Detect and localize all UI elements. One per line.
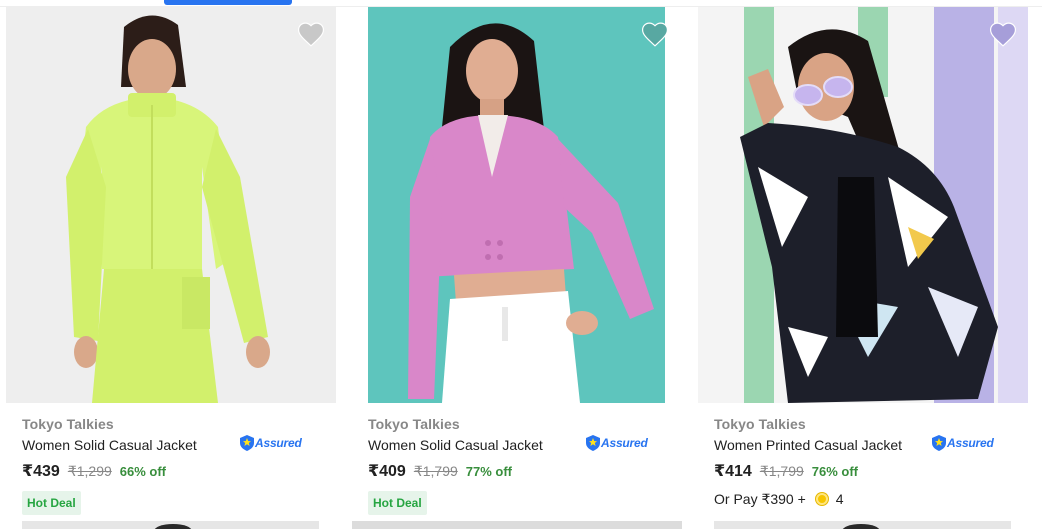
selling-price: ₹409 [368, 463, 406, 480]
product-image[interactable] [368, 7, 665, 403]
assured-label: Assured [601, 436, 648, 450]
discount-percent: 76% off [811, 463, 859, 479]
selling-price: ₹414 [714, 463, 752, 480]
wishlist-heart-icon[interactable] [296, 21, 326, 47]
product-info: Tokyo Talkies Women Solid Casual Jacket … [368, 415, 668, 515]
discount-percent: 77% off [465, 463, 513, 479]
product-photo [698, 7, 1028, 403]
product-image[interactable] [698, 7, 1028, 403]
original-price: ₹1,799 [759, 462, 804, 479]
heart-icon [989, 22, 1017, 47]
product-card[interactable]: Tokyo Talkies Women Printed Casual Jacke… [698, 7, 1038, 529]
brand-name: Tokyo Talkies [368, 416, 460, 432]
product-card[interactable]: Tokyo Talkies Women Solid Casual Jacket … [352, 7, 692, 529]
coin-count: 4 [835, 491, 844, 507]
assured-label: Assured [947, 436, 994, 450]
assured-label: Assured [255, 436, 302, 450]
wishlist-heart-icon[interactable] [640, 21, 670, 47]
product-info: Tokyo Talkies Women Printed Casual Jacke… [714, 415, 1014, 509]
supercoin-icon [815, 493, 828, 505]
next-product-photo [154, 524, 192, 529]
product-card[interactable]: Tokyo Talkies Women Solid Casual Jacket … [6, 7, 346, 529]
shield-icon [586, 435, 600, 451]
or-pay-text: Or Pay ₹390 + [714, 490, 806, 507]
selling-price: ₹439 [22, 463, 60, 480]
product-info: Tokyo Talkies Women Solid Casual Jacket … [22, 415, 322, 515]
assured-badge: Assured [932, 435, 994, 451]
next-product-image[interactable] [714, 521, 1011, 529]
heart-icon [297, 22, 325, 47]
next-product-image[interactable] [352, 521, 682, 529]
brand-name: Tokyo Talkies [714, 416, 806, 432]
price-row: ₹439 ₹1,299 66% off [22, 461, 322, 481]
product-image[interactable] [6, 7, 336, 403]
price-row: ₹414 ₹1,799 76% off [714, 461, 1014, 481]
hot-deal-badge: Hot Deal [22, 491, 81, 515]
hot-deal-badge: Hot Deal [368, 491, 427, 515]
product-photo [368, 7, 665, 403]
wishlist-heart-icon[interactable] [988, 21, 1018, 47]
original-price: ₹1,799 [413, 462, 458, 479]
assured-badge: Assured [240, 435, 302, 451]
brand-name: Tokyo Talkies [22, 416, 114, 432]
active-tab-indicator [164, 0, 292, 5]
coin-offer: Or Pay ₹390 + 4 [714, 489, 1014, 509]
discount-percent: 66% off [119, 463, 167, 479]
price-row: ₹409 ₹1,799 77% off [368, 461, 668, 481]
shield-icon [932, 435, 946, 451]
heart-icon [641, 22, 669, 47]
next-product-photo [842, 524, 880, 529]
product-photo [6, 7, 336, 403]
assured-badge: Assured [586, 435, 648, 451]
shield-icon [240, 435, 254, 451]
original-price: ₹1,299 [67, 462, 112, 479]
next-product-image[interactable] [22, 521, 319, 529]
